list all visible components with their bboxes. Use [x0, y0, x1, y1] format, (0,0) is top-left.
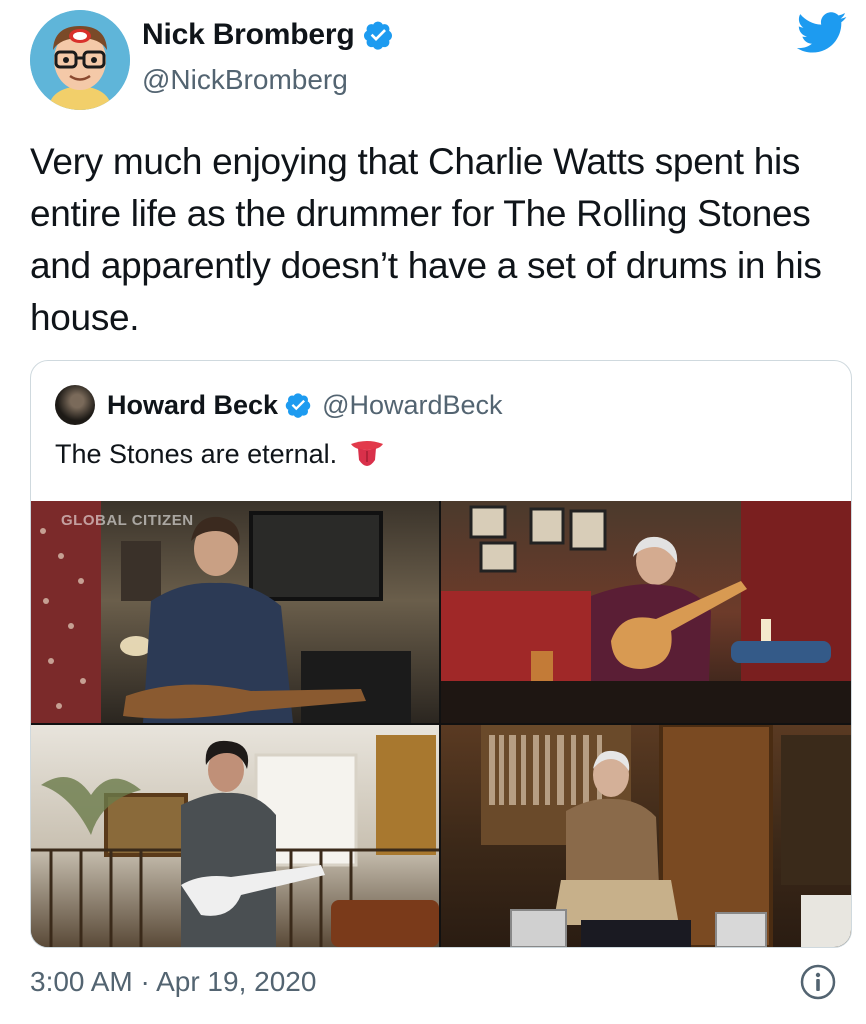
video-media-grid[interactable]: GLOBAL CITIZEN: [31, 501, 851, 947]
verified-badge-icon: [285, 393, 311, 418]
video-panel-top-right: [441, 501, 851, 723]
video-still: [31, 501, 411, 723]
video-panel-top-left: GLOBAL CITIZEN: [31, 501, 439, 723]
verified-badge-icon: [364, 21, 393, 50]
author-handle[interactable]: @NickBromberg: [142, 64, 348, 96]
author-name-row: Nick Bromberg: [142, 18, 394, 52]
author-avatar[interactable]: [30, 10, 130, 110]
info-icon[interactable]: [800, 964, 836, 1000]
twitter-bird-icon[interactable]: [796, 12, 848, 54]
tweet-text: Very much enjoying that Charlie Watts sp…: [30, 141, 822, 338]
author-display-name[interactable]: Nick Bromberg: [142, 18, 355, 52]
video-still: [31, 735, 439, 947]
quoted-tweet-text: The Stones are eternal.: [55, 439, 338, 469]
quoted-tweet-header: Howard Beck @HowardBeck: [55, 385, 503, 425]
quoted-tweet-card[interactable]: Howard Beck @HowardBeck The Stones are e…: [30, 360, 852, 948]
tweet-timestamp[interactable]: 3:00 AM · Apr 19, 2020: [30, 966, 316, 998]
quoted-tweet-text-row: The Stones are eternal.: [55, 439, 385, 470]
tongue-emoji-icon: [351, 440, 384, 466]
quoted-author-avatar[interactable]: [55, 385, 95, 425]
video-panel-bottom-left: [31, 725, 439, 947]
avatar-illustration: [30, 10, 130, 110]
quoted-author-handle[interactable]: @HowardBeck: [322, 390, 502, 421]
global-citizen-watermark: GLOBAL CITIZEN: [61, 512, 194, 529]
quoted-author-display-name[interactable]: Howard Beck: [107, 390, 278, 421]
video-still: [481, 725, 851, 947]
video-still: [441, 501, 851, 723]
video-panel-bottom-right: [441, 725, 851, 947]
